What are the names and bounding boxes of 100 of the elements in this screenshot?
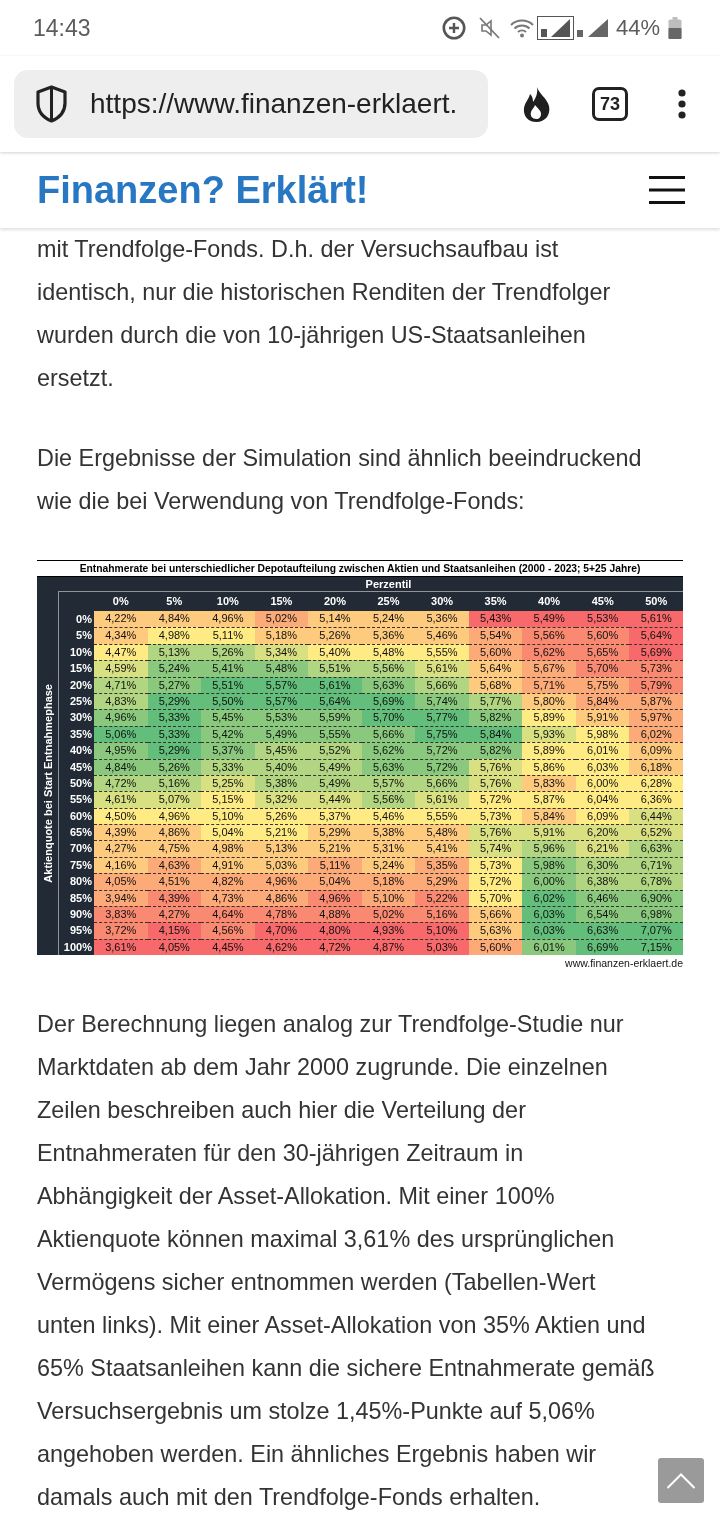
table-cell: 5,89% bbox=[522, 742, 576, 759]
row-header: 100% bbox=[62, 939, 93, 955]
table-cell: 5,97% bbox=[629, 709, 683, 726]
table-cell: 4,78% bbox=[254, 906, 309, 923]
table-cell: 5,66% bbox=[468, 906, 523, 923]
row-header: 95% bbox=[68, 923, 93, 939]
table-cell: 5,29% bbox=[308, 824, 362, 841]
paragraph: mit Trendfolge-Fonds. D.h. der Versuchsaufbau ist identisch, nur die historischen Renditen der Trendfolger wurden durch die von 10-jährigen US-Staatsanleihen ersetzt. bbox=[37, 235, 611, 393]
table-cell: 5,61% bbox=[415, 660, 469, 677]
column-header: 10% bbox=[215, 594, 240, 609]
table-cell: 5,46% bbox=[415, 627, 469, 644]
column-header: 25% bbox=[376, 594, 401, 609]
table-cell: 4,75% bbox=[147, 840, 202, 857]
table-cell: 4,86% bbox=[147, 824, 202, 841]
row-header: 80% bbox=[68, 874, 93, 890]
row-header: 75% bbox=[68, 857, 93, 873]
paragraph: Die Ergebnisse der Simulation sind ähnlich beeindruckend wie die bei Verwendung von Trendfolge-Fonds: bbox=[37, 444, 642, 516]
table-cell: 5,72% bbox=[468, 873, 523, 890]
table-cell: 6,09% bbox=[629, 742, 683, 759]
table-cell: 5,63% bbox=[468, 922, 523, 939]
row-header: 45% bbox=[68, 759, 93, 775]
table-cell: 5,91% bbox=[522, 824, 576, 841]
table-cell: 6,63% bbox=[629, 840, 683, 857]
table-cell: 5,24% bbox=[361, 611, 416, 628]
table-cell: 5,31% bbox=[361, 840, 416, 857]
table-cell: 6,98% bbox=[629, 906, 683, 923]
table-cell: 5,70% bbox=[575, 660, 630, 677]
table-cell: 6,04% bbox=[575, 791, 630, 808]
table-cell: 5,45% bbox=[254, 742, 309, 759]
table-cell: 4,84% bbox=[147, 611, 202, 628]
table-cell: 4,82% bbox=[201, 873, 255, 890]
column-group-header: Perzentil bbox=[365, 577, 412, 591]
table-cell: 5,51% bbox=[308, 660, 362, 677]
table-cell: 5,70% bbox=[361, 709, 416, 726]
column-header: 5% bbox=[165, 594, 184, 609]
table-cell: 4,96% bbox=[201, 611, 255, 628]
address-bar[interactable]: https://www.finanzen-erklaert. bbox=[14, 70, 488, 138]
row-header: 5% bbox=[75, 628, 93, 644]
table-cell: 5,64% bbox=[468, 660, 523, 677]
table-cell: 5,53% bbox=[575, 611, 630, 628]
column-header: 35% bbox=[483, 594, 508, 609]
column-header: 0% bbox=[111, 594, 130, 609]
wifi-icon bbox=[509, 18, 534, 38]
table-cell: 5,76% bbox=[468, 824, 523, 841]
site-logo[interactable]: Finanzen? Erklärt! bbox=[37, 168, 369, 212]
table-cell: 3,72% bbox=[94, 922, 148, 939]
column-header: 50% bbox=[644, 594, 669, 609]
table-cell: 6,36% bbox=[629, 791, 683, 808]
signal-icon bbox=[536, 16, 574, 40]
table-cell: 6,21% bbox=[575, 840, 630, 857]
shield-icon[interactable] bbox=[35, 85, 68, 123]
row-header: 85% bbox=[68, 890, 93, 906]
table-cell: 4,22% bbox=[94, 611, 148, 628]
row-axis-label: Aktienquote bei Start Entnahmephase bbox=[41, 683, 54, 883]
table-cell: 5,21% bbox=[254, 824, 309, 841]
row-header: 20% bbox=[68, 677, 93, 693]
row-header: 60% bbox=[68, 808, 93, 824]
source-credit: www.finanzen-erklaert.de bbox=[565, 956, 683, 972]
table-cell: 3,83% bbox=[94, 906, 148, 923]
table-cell: 6,03% bbox=[522, 922, 576, 939]
row-header: 15% bbox=[68, 661, 93, 677]
table-cell: 4,34% bbox=[94, 627, 148, 644]
table-cell: 7,07% bbox=[629, 922, 683, 939]
table-cell: 4,27% bbox=[94, 840, 148, 857]
table-cell: 5,56% bbox=[361, 791, 416, 808]
table-cell: 5,96% bbox=[522, 840, 576, 857]
row-header: 25% bbox=[68, 693, 93, 709]
row-header: 0% bbox=[75, 612, 93, 627]
column-header: 40% bbox=[537, 594, 562, 609]
more-options-icon[interactable] bbox=[678, 89, 686, 119]
table-cell: 4,64% bbox=[201, 906, 255, 923]
table-cell: 5,52% bbox=[308, 742, 362, 759]
table-cell: 4,93% bbox=[361, 922, 416, 939]
table-cell: 4,39% bbox=[94, 824, 148, 841]
table-cell: 5,89% bbox=[522, 709, 576, 726]
row-header: 10% bbox=[68, 644, 93, 660]
row-header: 70% bbox=[68, 841, 93, 857]
table-cell: 5,87% bbox=[522, 791, 576, 808]
table-cell: 5,48% bbox=[254, 660, 309, 677]
table-cell: 5,41% bbox=[415, 840, 469, 857]
table-cell: 5,60% bbox=[575, 627, 630, 644]
tab-count-button[interactable]: 73 bbox=[592, 87, 628, 121]
table-cell: 5,36% bbox=[361, 627, 416, 644]
table-cell: 5,61% bbox=[415, 791, 469, 808]
table-cell: 5,18% bbox=[361, 873, 416, 890]
table-cell: 5,77% bbox=[415, 709, 469, 726]
table-cell: 5,14% bbox=[308, 611, 362, 628]
scroll-to-top-button[interactable] bbox=[658, 1458, 704, 1503]
column-header: 20% bbox=[322, 594, 347, 609]
table-cell: 6,01% bbox=[575, 742, 630, 759]
muted-speaker-icon bbox=[478, 17, 500, 39]
table-cell: 6,63% bbox=[575, 922, 630, 939]
menu-icon[interactable] bbox=[649, 176, 685, 204]
row-header: 50% bbox=[68, 775, 93, 791]
table-cell: 5,59% bbox=[308, 709, 362, 726]
chevron-up-icon bbox=[666, 1472, 696, 1489]
table-cell: 5,48% bbox=[415, 824, 469, 841]
row-header: 55% bbox=[68, 792, 93, 808]
table-cell: 5,91% bbox=[575, 709, 630, 726]
plus-circle-icon bbox=[441, 16, 466, 40]
